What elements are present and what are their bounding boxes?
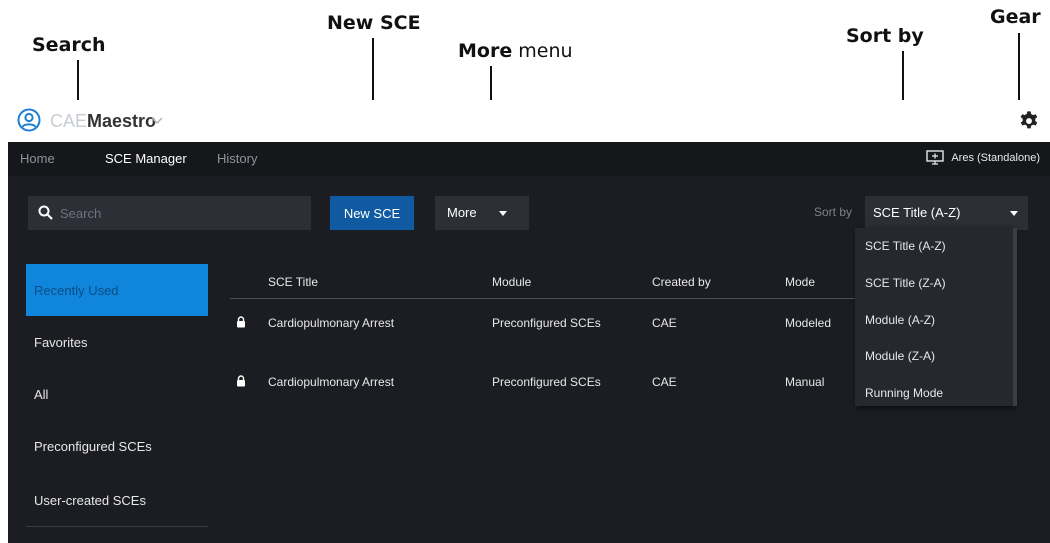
column-header-created-by[interactable]: Created by <box>652 275 711 289</box>
sidebar-divider <box>26 526 208 527</box>
user-circle-icon[interactable] <box>17 108 41 132</box>
column-header-module[interactable]: Module <box>492 275 531 289</box>
chevron-down-icon[interactable] <box>149 113 165 127</box>
cell-created-by: CAE <box>652 316 677 330</box>
cell-module: Preconfigured SCEs <box>492 316 601 330</box>
cell-module: Preconfigured SCEs <box>492 375 601 389</box>
column-header-title[interactable]: SCE Title <box>268 275 318 289</box>
callout-search: Search <box>32 34 106 56</box>
more-menu-button[interactable]: More <box>435 196 529 230</box>
monitor-icon[interactable] <box>926 150 944 166</box>
sort-by-select[interactable]: SCE Title (A-Z) <box>865 196 1028 230</box>
sort-option-module-desc[interactable]: Module (Z-A) <box>865 349 935 363</box>
sort-option-title-desc[interactable]: SCE Title (Z-A) <box>865 276 946 290</box>
sort-by-label: Sort by <box>814 205 853 219</box>
new-sce-button[interactable]: New SCE <box>330 196 414 230</box>
callout-more-menu: More menu <box>458 40 573 62</box>
gear-icon[interactable] <box>1018 110 1040 132</box>
search-icon <box>38 205 53 220</box>
sidebar-item-favorites[interactable]: Favorites <box>26 316 208 368</box>
cell-mode: Modeled <box>785 316 832 330</box>
callout-new-sce: New SCE <box>327 12 421 34</box>
sort-dropdown-menu: SCE Title (A-Z) SCE Title (Z-A) Module (… <box>855 228 1013 406</box>
cell-created-by: CAE <box>652 375 677 389</box>
dropdown-scrollbar[interactable] <box>1013 228 1017 406</box>
main-nav: Home SCE Manager History Ares (Standalon… <box>8 142 1050 176</box>
sidebar: Recently Used Favorites All Preconfigure… <box>8 256 218 543</box>
callout-gear-line <box>1018 33 1020 105</box>
app-brand[interactable]: CAEMaestro <box>50 111 156 132</box>
lock-icon <box>237 316 245 328</box>
callout-sort-by: Sort by <box>846 25 924 47</box>
more-label: More <box>447 205 477 220</box>
sort-selected-value: SCE Title (A-Z) <box>873 205 961 220</box>
cell-mode: Manual <box>785 375 825 389</box>
caret-down-icon <box>499 211 507 216</box>
column-header-mode[interactable]: Mode <box>785 275 815 289</box>
nav-sce-manager[interactable]: SCE Manager <box>105 151 187 166</box>
brand-strong: Maestro <box>87 111 157 131</box>
search-input[interactable] <box>60 196 300 230</box>
table-row[interactable]: Cardiopulmonary Arrest Preconfigured SCE… <box>230 375 870 423</box>
sidebar-item-all[interactable]: All <box>26 368 208 420</box>
table-row[interactable]: Cardiopulmonary Arrest Preconfigured SCE… <box>230 316 870 364</box>
brand-light: CAE <box>50 111 88 131</box>
nav-history[interactable]: History <box>217 151 257 166</box>
sce-table: SCE Title Module Created by Mode Cardiop… <box>230 256 870 543</box>
nav-home[interactable]: Home <box>20 151 55 166</box>
table-header-divider <box>230 298 870 299</box>
sort-option-title-asc[interactable]: SCE Title (A-Z) <box>865 239 946 253</box>
app-header: CAEMaestro <box>8 100 1050 142</box>
search-box[interactable] <box>28 196 311 230</box>
sidebar-item-recently-used[interactable]: Recently Used <box>26 264 208 316</box>
device-name[interactable]: Ares (Standalone) <box>951 152 1040 164</box>
caret-down-icon <box>1010 211 1018 216</box>
sidebar-item-preconfigured[interactable]: Preconfigured SCEs <box>26 420 208 472</box>
sidebar-item-user-created[interactable]: User-created SCEs <box>26 474 208 526</box>
sort-option-module-asc[interactable]: Module (A-Z) <box>865 313 935 327</box>
callout-gear: Gear <box>990 6 1041 28</box>
sort-option-running-mode[interactable]: Running Mode <box>865 386 943 400</box>
cell-title: Cardiopulmonary Arrest <box>268 375 395 389</box>
cell-title: Cardiopulmonary Arrest <box>268 316 395 330</box>
lock-icon <box>237 375 245 387</box>
